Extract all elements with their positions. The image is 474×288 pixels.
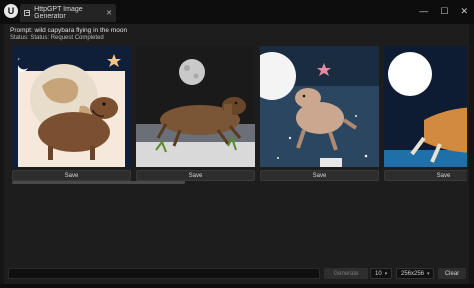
image-card: Save	[384, 46, 467, 184]
image-count-value: 10	[375, 270, 382, 277]
unreal-logo-icon: U	[4, 4, 18, 18]
image-size-value: 256x256	[401, 270, 425, 277]
image-card: Save	[136, 46, 255, 184]
bottom-toolbar: Generate 10 ▾ 256x256 ▾ Clear	[4, 264, 469, 284]
minimize-button[interactable]: —	[419, 6, 428, 16]
main-panel: Prompt: wild capybara flying in the moon…	[4, 24, 469, 284]
chevron-down-icon: ▾	[427, 270, 430, 277]
tab-close-icon[interactable]: ✕	[106, 9, 112, 17]
tab-label: HttpGPT Image Generator	[34, 6, 83, 20]
generated-image[interactable]	[260, 46, 379, 167]
chevron-down-icon: ▾	[384, 270, 388, 277]
save-button[interactable]: Save	[12, 170, 131, 181]
status-text: Status: Status: Request Completed	[10, 35, 104, 41]
tab-httpgpt-image-generator[interactable]: HttpGPT Image Generator ✕	[20, 4, 116, 22]
save-button[interactable]: Save	[384, 170, 467, 181]
save-button[interactable]: Save	[136, 170, 255, 181]
window-controls: — ☐ ✕	[419, 4, 468, 18]
image-card: Save	[12, 46, 131, 184]
clear-button[interactable]: Clear	[438, 268, 466, 279]
generated-image[interactable]	[136, 46, 255, 167]
image-count-select[interactable]: 10 ▾	[370, 268, 392, 279]
generate-button[interactable]: Generate	[324, 268, 368, 279]
prompt-input[interactable]	[8, 268, 320, 279]
image-gallery[interactable]: Save Save Save Save	[12, 46, 467, 192]
generated-image[interactable]	[384, 46, 467, 167]
image-card: Save	[260, 46, 379, 184]
title-bar: U HttpGPT Image Generator ✕ — ☐ ✕	[0, 0, 474, 24]
horizontal-scrollbar[interactable]	[12, 181, 185, 184]
window-bottom-edge	[0, 284, 474, 288]
image-size-select[interactable]: 256x256 ▾	[396, 268, 434, 279]
maximize-button[interactable]: ☐	[440, 6, 448, 17]
save-button[interactable]: Save	[260, 170, 379, 181]
generated-image[interactable]	[12, 46, 131, 167]
window-tab-icon	[24, 10, 31, 16]
close-button[interactable]: ✕	[460, 6, 468, 17]
prompt-text: Prompt: wild capybara flying in the moon	[10, 27, 128, 34]
